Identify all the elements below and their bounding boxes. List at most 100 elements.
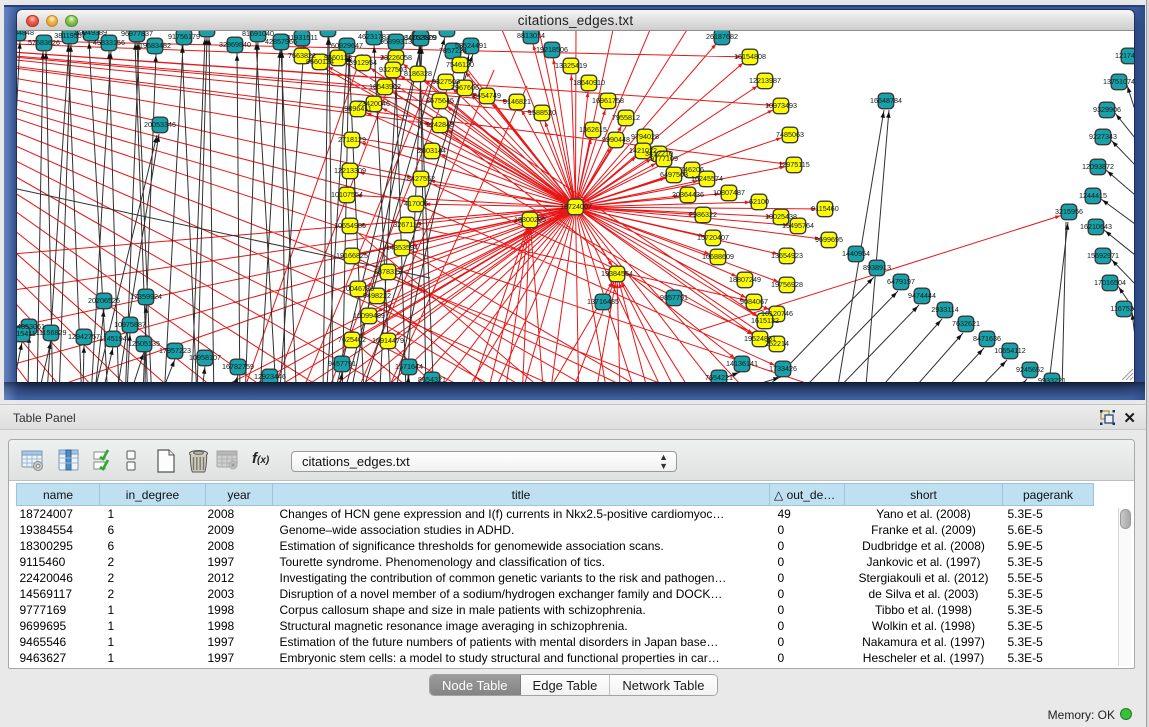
svg-text:96977837: 96977837 xyxy=(121,31,153,38)
svg-text:18640910: 18640910 xyxy=(573,78,605,87)
svg-text:2933114: 2933114 xyxy=(931,305,958,314)
svg-text:10654985: 10654985 xyxy=(334,221,366,230)
svg-text:20206526: 20206526 xyxy=(88,296,120,305)
svg-text:12942757: 12942757 xyxy=(68,332,100,341)
svg-text:11156829: 11156829 xyxy=(36,328,67,337)
svg-text:7857224: 7857224 xyxy=(439,46,467,55)
svg-text:19218506: 19218506 xyxy=(536,45,568,54)
svg-text:18300295: 18300295 xyxy=(514,215,546,224)
svg-text:9857791: 9857791 xyxy=(660,293,688,302)
svg-text:59684848: 59684848 xyxy=(17,31,34,37)
svg-text:31931511: 31931511 xyxy=(286,33,317,42)
svg-text:18807249: 18807249 xyxy=(729,275,761,284)
svg-text:6497503: 6497503 xyxy=(660,170,688,179)
svg-text:16961758: 16961758 xyxy=(592,96,624,105)
svg-text:17016504: 17016504 xyxy=(1094,278,1126,287)
svg-text:19583482: 19583482 xyxy=(139,41,171,50)
svg-text:7654221: 7654221 xyxy=(705,373,733,382)
svg-text:19756928: 19756928 xyxy=(771,280,803,289)
svg-text:15495764: 15495764 xyxy=(782,221,814,230)
svg-text:9794028: 9794028 xyxy=(631,132,659,141)
svg-text:9990448: 9990448 xyxy=(602,135,630,144)
svg-text:2718129: 2718129 xyxy=(338,135,366,144)
svg-text:10025438: 10025438 xyxy=(765,212,797,221)
svg-text:9146821: 9146821 xyxy=(503,97,531,106)
svg-text:10973493: 10973493 xyxy=(765,101,797,110)
svg-text:13751074: 13751074 xyxy=(1103,77,1134,86)
svg-text:9474444: 9474444 xyxy=(908,291,936,300)
svg-text:19384554: 19384554 xyxy=(601,269,633,278)
svg-text:16543962: 16543962 xyxy=(369,82,401,91)
svg-text:9084067: 9084067 xyxy=(740,297,768,306)
svg-text:8454749: 8454749 xyxy=(473,91,501,100)
svg-text:12975115: 12975115 xyxy=(778,160,809,169)
svg-text:16782759: 16782759 xyxy=(222,362,254,371)
svg-text:20053346: 20053346 xyxy=(144,120,176,129)
svg-text:18724007: 18724007 xyxy=(560,202,592,211)
svg-text:9245652: 9245652 xyxy=(1016,365,1044,374)
svg-text:1244415: 1244415 xyxy=(1079,191,1107,200)
svg-text:3912954: 3912954 xyxy=(349,58,377,67)
svg-text:1217443: 1217443 xyxy=(1115,51,1134,60)
svg-text:8654321: 8654321 xyxy=(418,375,446,382)
svg-text:15720407: 15720407 xyxy=(697,233,729,242)
svg-text:10958107: 10958107 xyxy=(189,353,221,362)
svg-text:1145194: 1145194 xyxy=(99,334,126,343)
svg-text:26187682: 26187682 xyxy=(706,32,738,41)
svg-text:9329906: 9329906 xyxy=(1093,105,1121,114)
svg-text:10807487: 10807487 xyxy=(713,188,745,197)
svg-text:252214: 252214 xyxy=(765,339,789,348)
svg-text:7546120: 7546120 xyxy=(446,60,474,69)
svg-text:16245574: 16245574 xyxy=(691,174,723,183)
svg-text:8186328: 8186328 xyxy=(404,69,432,78)
svg-text:13716485: 13716485 xyxy=(587,297,619,306)
svg-text:14136141: 14136141 xyxy=(726,359,758,368)
svg-text:8427552: 8427552 xyxy=(407,174,435,183)
svg-text:3915411: 3915411 xyxy=(17,329,36,338)
svg-text:9777109: 9777109 xyxy=(650,154,678,163)
svg-text:62100: 62100 xyxy=(749,197,769,206)
svg-text:45833156: 45833156 xyxy=(93,38,125,47)
svg-text:9498222: 9498222 xyxy=(363,291,391,300)
svg-text:3267110: 3267110 xyxy=(393,220,420,229)
svg-text:8878312: 8878312 xyxy=(374,267,402,276)
svg-text:1167533: 1167533 xyxy=(1110,304,1134,313)
svg-text:1588520: 1588520 xyxy=(528,108,556,117)
svg-text:7485063: 7485063 xyxy=(776,130,804,139)
svg-text:13325419: 13325419 xyxy=(555,61,587,70)
svg-text:6479197: 6479197 xyxy=(887,277,915,286)
svg-text:9660128: 9660128 xyxy=(324,53,352,62)
svg-text:12093872: 12093872 xyxy=(1082,162,1114,171)
svg-text:20364436: 20364436 xyxy=(672,190,704,199)
svg-text:72043515: 72043515 xyxy=(312,31,344,33)
svg-text:12213987: 12213987 xyxy=(749,76,781,85)
svg-text:60929647: 60929647 xyxy=(331,41,363,50)
svg-text:1733426: 1733426 xyxy=(769,364,797,373)
svg-text:2986322: 2986322 xyxy=(689,210,717,219)
svg-text:17957223: 17957223 xyxy=(159,346,191,355)
svg-text:14353594: 14353594 xyxy=(386,243,418,252)
svg-text:16033809: 16033809 xyxy=(405,33,437,42)
svg-text:16914479: 16914479 xyxy=(372,336,404,345)
svg-text:95225343: 95225343 xyxy=(191,31,223,33)
svg-text:2803144: 2803144 xyxy=(418,146,446,155)
svg-text:9227343: 9227343 xyxy=(1089,132,1117,141)
svg-text:8675645: 8675645 xyxy=(426,96,454,105)
svg-text:9115460: 9115460 xyxy=(811,204,838,213)
svg-text:12213309: 12213309 xyxy=(334,166,366,175)
svg-text:15692971: 15692971 xyxy=(1087,251,1119,260)
svg-text:91756179: 91756179 xyxy=(168,32,200,41)
svg-text:99949389: 99949389 xyxy=(75,31,107,37)
svg-text:17359924: 17359924 xyxy=(130,292,162,301)
svg-text:16154808: 16154808 xyxy=(734,52,766,61)
svg-text:10654112: 10654112 xyxy=(994,346,1025,355)
svg-text:417006: 417006 xyxy=(404,199,428,208)
svg-text:1571644: 1571644 xyxy=(395,362,423,371)
svg-text:7625402: 7625402 xyxy=(338,335,366,344)
svg-text:7632621: 7632621 xyxy=(952,319,980,328)
svg-text:1615132: 1615132 xyxy=(751,316,779,325)
svg-text:3215956: 3215956 xyxy=(1055,207,1083,216)
svg-text:10688609: 10688609 xyxy=(702,252,734,261)
svg-text:8938913: 8938913 xyxy=(863,263,891,272)
svg-text:9327503: 9327503 xyxy=(379,65,407,74)
